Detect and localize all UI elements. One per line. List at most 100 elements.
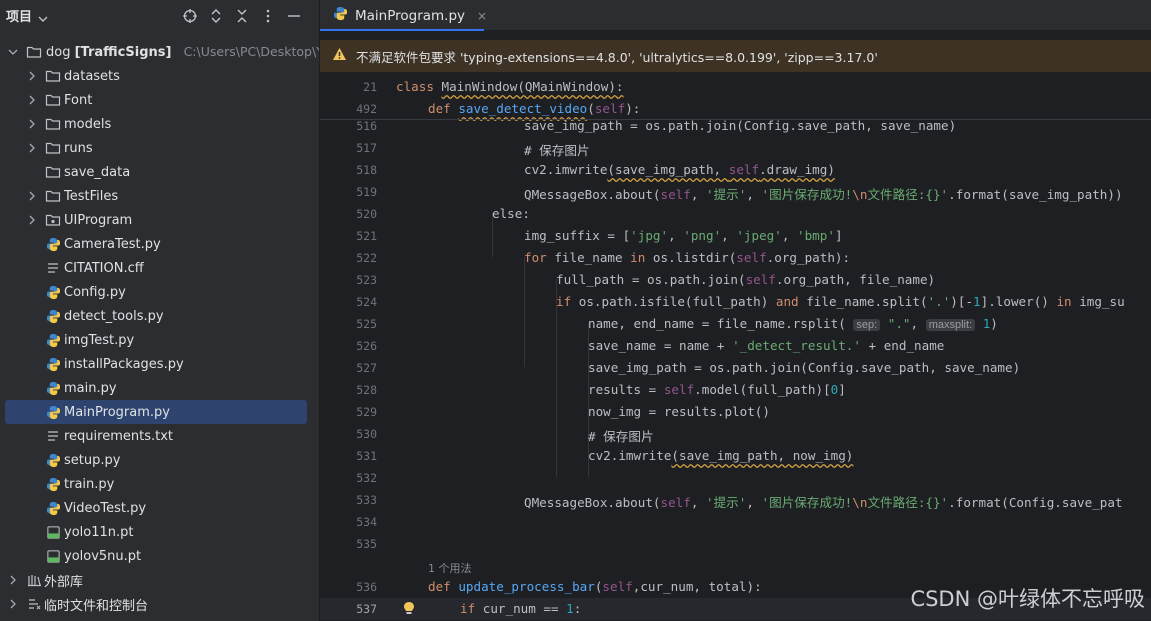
usages-inlay[interactable]: 1 个用法: [428, 560, 472, 576]
code-line-534[interactable]: 534: [320, 511, 1151, 533]
folder-icon: [45, 68, 61, 84]
minimize-icon[interactable]: [283, 5, 305, 27]
code-line: name, end_name = file_name.rsplit( sep: …: [588, 316, 998, 331]
code-comment: # 保存图片: [524, 143, 590, 158]
collapse-icon[interactable]: [231, 5, 253, 27]
code-line-517[interactable]: 517 # 保存图片: [320, 137, 1151, 159]
line-number: 492: [356, 102, 377, 116]
chevron-right-icon[interactable]: [8, 599, 18, 609]
python-file-icon: [45, 500, 61, 516]
line-number: 528: [356, 383, 377, 397]
code-line: full_path = os.path.join(self.org_path, …: [556, 272, 936, 287]
tree-item-videotest[interactable]: VideoTest.py: [0, 496, 319, 520]
chevron-right-icon[interactable]: [27, 191, 37, 201]
code-line: save_img_path = os.path.join(Config.save…: [524, 118, 957, 133]
code-line: QMessageBox.about(self, '提示', '图片保存成功!\n…: [524, 495, 1123, 510]
python-file-icon: [45, 380, 61, 396]
line-number: 535: [356, 537, 377, 551]
folder-icon: [45, 188, 61, 204]
tree-item-requirements[interactable]: requirements.txt: [0, 424, 319, 448]
close-icon[interactable]: ×: [477, 9, 487, 23]
code-line: now_img = results.plot(): [588, 404, 770, 419]
tree-item-train[interactable]: train.py: [0, 472, 319, 496]
code-line-521[interactable]: 521 img_suffix = ['jpg', 'png', 'jpeg', …: [320, 225, 1151, 247]
tree-item-label: train.py: [64, 476, 115, 492]
line-number: 534: [356, 515, 377, 529]
editor-tab-bar: MainProgram.py ×: [320, 0, 1151, 31]
tree-scratches[interactable]: 临时文件和控制台: [0, 592, 319, 616]
chevron-down-icon[interactable]: [8, 47, 18, 57]
tree-item-datasets[interactable]: datasets: [0, 64, 319, 88]
chevron-right-icon[interactable]: [27, 95, 37, 105]
tree-item-installpackages[interactable]: installPackages.py: [0, 352, 319, 376]
code-line-526[interactable]: 526 save_name = name + '_detect_result.'…: [320, 335, 1151, 357]
tree-item-yolov5nu[interactable]: yolov5nu.pt: [0, 544, 319, 568]
code-line-528[interactable]: 528 results = self.model(full_path)[0]: [320, 379, 1151, 401]
code-line-519[interactable]: 519 QMessageBox.about(self, '提示', '图片保存成…: [320, 181, 1151, 203]
tree-item-setup[interactable]: setup.py: [0, 448, 319, 472]
code-line-518[interactable]: 518 cv2.imwrite(save_img_path, self.draw…: [320, 159, 1151, 181]
csdn-watermark: CSDN @叶绿体不忘呼吸: [910, 587, 1145, 611]
tab-label: MainProgram.py: [355, 7, 466, 24]
tree-item-testfiles[interactable]: TestFiles: [0, 184, 319, 208]
tree-item-label: Font: [64, 92, 93, 108]
tree-item-cameratest[interactable]: CameraTest.py: [0, 232, 319, 256]
expand-icon[interactable]: [205, 5, 227, 27]
chevron-right-icon[interactable]: [27, 71, 37, 81]
lightbulb-icon[interactable]: [403, 601, 415, 620]
code-line-529[interactable]: 529 now_img = results.plot(): [320, 401, 1151, 423]
code-line-531[interactable]: 531 cv2.imwrite(save_img_path, now_img): [320, 445, 1151, 467]
tree-item-runs[interactable]: runs: [0, 136, 319, 160]
project-panel-title[interactable]: 项目: [6, 6, 32, 25]
code-line-530[interactable]: 530 # 保存图片: [320, 423, 1151, 445]
tree-item-main[interactable]: main.py: [0, 376, 319, 400]
tree-item-detect-tools[interactable]: detect_tools.py: [0, 304, 319, 328]
param-hint-maxsplit: maxsplit:: [925, 319, 976, 331]
tree-item-label: main.py: [64, 380, 117, 396]
line-number: 523: [356, 273, 377, 287]
code-line: else:: [492, 206, 530, 221]
tree-external-libraries[interactable]: 外部库: [0, 568, 319, 592]
chevron-right-icon[interactable]: [27, 143, 37, 153]
code-line-524[interactable]: 524 if os.path.isfile(full_path) and fil…: [320, 291, 1151, 313]
tree-item-mainprogram[interactable]: MainProgram.py: [5, 400, 307, 424]
chevron-down-icon[interactable]: [38, 12, 48, 22]
chevron-right-icon[interactable]: [27, 119, 37, 129]
tree-item-config[interactable]: Config.py: [0, 280, 319, 304]
crosshair-icon[interactable]: [179, 5, 201, 27]
python-file-icon: [45, 452, 61, 468]
tree-item-save-data[interactable]: save_data: [0, 160, 319, 184]
tree-root-dog[interactable]: dog [TrafficSigns] C:\Users\PC\Desktop\Y…: [0, 40, 319, 64]
code-line-527[interactable]: 527 save_img_path = os.path.join(Config.…: [320, 357, 1151, 379]
code-line: save_name = name + '_detect_result.' + e…: [588, 338, 945, 353]
code-line-516[interactable]: 516 save_img_path = os.path.join(Config.…: [320, 115, 1151, 137]
project-tool-window: 项目 dog [TrafficSigns] C:\Users\PC\Deskto…: [0, 0, 320, 621]
code-line-535[interactable]: 535: [320, 533, 1151, 555]
code-line-525[interactable]: 525 name, end_name = file_name.rsplit( s…: [320, 313, 1151, 335]
line-number: 516: [356, 119, 377, 133]
tree-item-imgtest[interactable]: imgTest.py: [0, 328, 319, 352]
tree-item-citation[interactable]: CITATION.cff: [0, 256, 319, 280]
code-line-533[interactable]: 533 QMessageBox.about(self, '提示', '图片保存成…: [320, 489, 1151, 511]
line-number: 21: [363, 80, 377, 94]
code-line-520[interactable]: 520 else:: [320, 203, 1151, 225]
code-line-522[interactable]: 522 for file_name in os.listdir(self.org…: [320, 247, 1151, 269]
folder-icon: [26, 44, 42, 60]
tree-item-label: requirements.txt: [64, 428, 174, 444]
tree-item-label: CameraTest.py: [64, 236, 161, 252]
more-icon[interactable]: [257, 5, 279, 27]
chevron-right-icon[interactable]: [27, 215, 37, 225]
code-line-532[interactable]: 532: [320, 467, 1151, 489]
sticky-line[interactable]: 21 class MainWindow(QMainWindow):: [320, 76, 1151, 98]
code-line-523[interactable]: 523 full_path = os.path.join(self.org_pa…: [320, 269, 1151, 291]
tab-mainprogram[interactable]: MainProgram.py ×: [320, 0, 487, 31]
tree-item-uiprogram[interactable]: UIProgram: [0, 208, 319, 232]
tree-item-font[interactable]: Font: [0, 88, 319, 112]
python-file-icon: [45, 476, 61, 492]
line-number: 522: [356, 251, 377, 265]
tree-item-models[interactable]: models: [0, 112, 319, 136]
python-file-icon: [45, 284, 61, 300]
code-comment: # 保存图片: [588, 429, 654, 444]
tree-item-yolo11n[interactable]: yolo11n.pt: [0, 520, 319, 544]
chevron-right-icon[interactable]: [8, 575, 18, 585]
